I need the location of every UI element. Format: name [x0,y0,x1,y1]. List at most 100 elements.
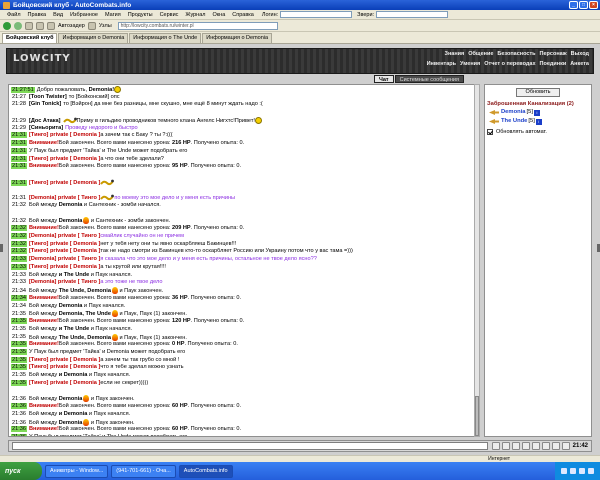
whisper-icon[interactable] [489,110,499,115]
chat-scroll-thumb[interactable] [475,396,479,436]
refresh-button[interactable]: Обновить [516,88,560,97]
home-icon[interactable] [47,22,55,30]
nav-profile[interactable]: Анкета [570,61,589,67]
translit-icon[interactable] [531,442,540,450]
nav-exit[interactable]: Выход [571,51,589,57]
refresh-icon[interactable] [36,22,44,30]
auto-update-toggle[interactable]: Обновлять автомат. [487,129,589,135]
private-tag[interactable]: [Тинго] private [ Demonia ] [29,380,100,386]
smile-icon[interactable] [511,442,520,450]
message-highlight: 0 HP [172,341,185,348]
message-time: 21:34 [11,294,27,301]
back-icon[interactable] [3,22,11,30]
message-nick[interactable]: [Дос Атака] [29,118,61,124]
message-time: 21:31 [11,147,27,154]
player-row[interactable]: Demonia [5] i [489,108,589,117]
menu-windows[interactable]: Окна [210,12,229,18]
chat-scrollbar[interactable] [474,84,480,437]
private-tag[interactable]: [Тинго] private [ Demonia ] [29,156,100,162]
tray-icon[interactable] [570,468,576,474]
beasts-field[interactable] [376,11,449,18]
private-tag[interactable]: [Demonia] private [ Тинго ] [29,195,100,201]
chat-message: 21:34 Бой между Demonia и Паук начался. [11,303,473,311]
tab-club[interactable]: Бойцовский клуб [2,33,58,43]
menu-help[interactable]: Справка [229,12,257,18]
tray-icon[interactable] [588,468,594,474]
taskbar-button[interactable]: (941-701-661) - Оча... [111,464,176,478]
nav-transfer-report[interactable]: Отчет о переводах [484,61,535,67]
tab-info-demonia-2[interactable]: Информация о Demonia [202,33,273,43]
player-name[interactable]: Demonia [501,108,525,117]
nav-communication[interactable]: Общение [468,51,493,57]
private-tag[interactable]: [Demonia] private [ Тинго ] [29,256,100,262]
taskbar-button-active[interactable]: AutoCombats.info [178,464,233,478]
tray-icon[interactable] [579,468,585,474]
info-icon[interactable]: i [535,118,542,125]
taskbar-button[interactable]: Аниквтры - Window... [45,464,109,478]
nodes-button[interactable]: Узлы [99,23,112,29]
info-icon[interactable]: i [533,109,540,116]
message-nick[interactable]: [Синьорита] [29,125,63,131]
tray-icon[interactable] [561,468,567,474]
private-tag[interactable]: [Тинго] private [ Demonia ] [29,364,100,370]
clear-icon[interactable] [501,442,510,450]
private-tag[interactable]: [Тинго] private [ Demonia ] [29,180,100,186]
chat-message-input[interactable] [12,442,488,450]
private-tag[interactable]: [Тинго] private [ Demonia ] [29,264,100,270]
nav-duels[interactable]: Поединки [540,61,567,67]
private-tag[interactable]: [Demonia] private [ Тинго ] [29,279,100,285]
message-tail: . Получено опыта: 0. [187,294,242,301]
exit-icon[interactable] [561,442,570,450]
menu-service[interactable]: Сервис [157,12,182,18]
player-name[interactable]: The Unde [501,117,527,126]
close-button[interactable]: × [589,1,598,9]
message-nick[interactable]: [Toon Twister] [29,94,67,100]
autofill-button[interactable]: Автозадер [58,23,85,29]
app-icon [3,1,10,9]
login-field[interactable] [280,11,353,18]
chat-tools [491,442,570,450]
start-button[interactable]: пуск [0,462,42,480]
message-nick[interactable]: [Gin Tonick] [29,101,61,107]
tab-chat[interactable]: Чат [374,75,394,83]
warning-label: Внимание! [29,294,59,301]
menu-magic[interactable]: Магия [102,12,124,18]
private-tag[interactable]: [Тинго] private [ Demonia ] [29,241,100,247]
nav-knowledge[interactable]: Знания [445,51,465,57]
private-tag[interactable]: [Тинго] private [ Demonia ] [29,248,100,254]
stop-icon[interactable] [25,22,33,30]
menu-favorites[interactable]: Избранное [67,12,101,18]
menu-file[interactable]: Файл [4,12,24,18]
nav-skills[interactable]: Умения [460,61,480,67]
menu-products[interactable]: Продукты [125,12,156,18]
private-tag[interactable]: [Demonia] private [ Тинго ] [29,233,100,239]
filter-icon[interactable] [521,442,530,450]
tab-info-demonia[interactable]: Информация о Demonia [58,33,129,43]
whisper-icon[interactable] [489,119,499,124]
window-title: Бойцовский клуб - AutoCombats.info [13,1,132,9]
address-bar[interactable]: http://lowcity.combats.ru/winter.pl [117,22,278,30]
send-icon[interactable] [491,442,500,450]
maximize-button[interactable]: □ [579,1,588,9]
nav-character[interactable]: Персонаж [540,51,567,57]
nav-inventory[interactable]: Инвентарь [427,61,456,67]
message-time: 21:35 [11,348,27,355]
player-row[interactable]: The Unde [5] i [489,117,589,126]
menu-journal[interactable]: Журнал [182,12,208,18]
private-tag[interactable]: [Тинго] private [ Demonia ] [29,132,100,138]
minimize-button[interactable]: _ [569,1,578,9]
private-tag[interactable]: [Тинго] private [ Demonia ] [29,357,100,363]
menu-view[interactable]: Вид [50,12,66,18]
chat-message: 21:32 Бой между Demonia и Сантехник - зом… [11,217,473,225]
left-collapse-icon[interactable] [0,244,3,252]
menu-edit[interactable]: Правка [25,12,50,18]
auto-update-checkbox[interactable] [487,129,493,135]
tab-info-the-unde[interactable]: Информация о The Unde [129,33,202,43]
settings-icon[interactable] [541,442,550,450]
sound-icon[interactable] [551,442,560,450]
message-text: Приму в гильдию проводников темного клан… [76,117,235,124]
tab-system-messages[interactable]: Системные сообщения [394,75,464,83]
nav-security[interactable]: Безопасность [497,51,535,57]
forward-icon[interactable] [14,22,22,30]
print-icon[interactable] [87,22,96,30]
